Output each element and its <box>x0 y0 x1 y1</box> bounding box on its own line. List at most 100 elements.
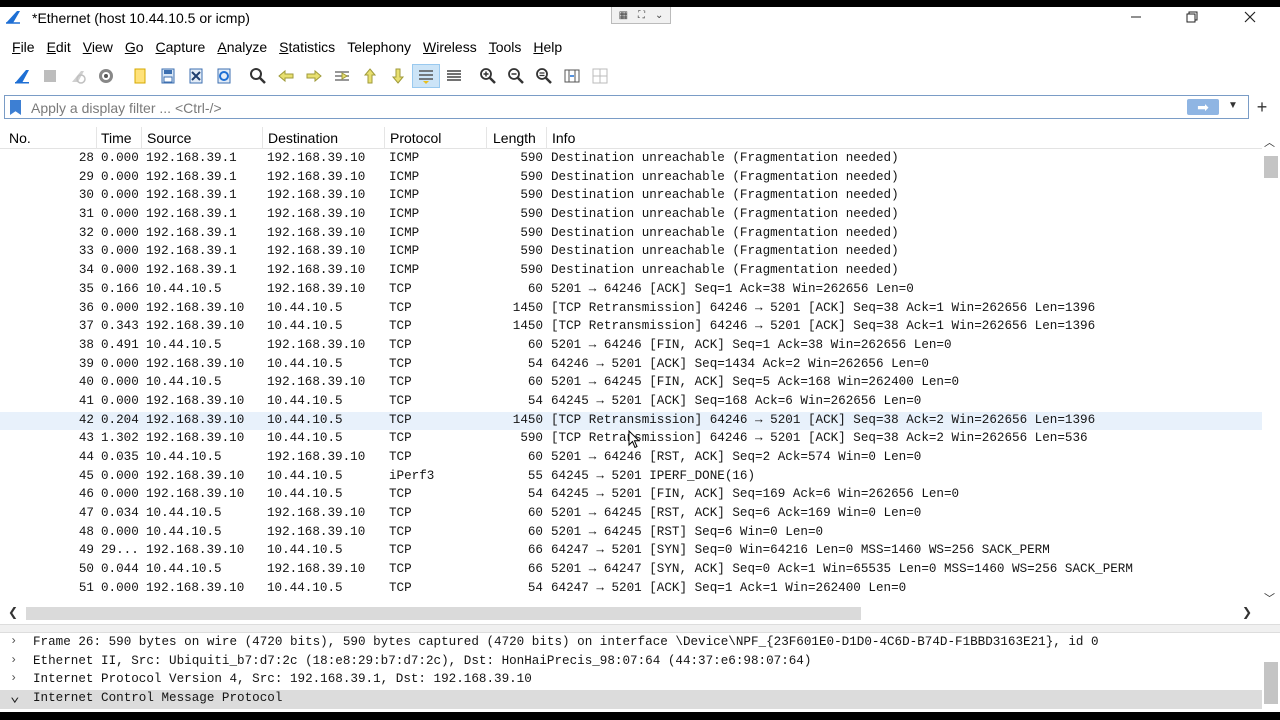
horizontal-scroll-thumb[interactable] <box>26 607 861 620</box>
last-packet-button[interactable] <box>384 64 412 88</box>
resize-columns-button[interactable] <box>558 64 586 88</box>
close-button[interactable] <box>1227 7 1273 27</box>
normal-size-button[interactable] <box>530 64 558 88</box>
start-capture-button[interactable] <box>8 64 36 88</box>
find-packet-button[interactable] <box>244 64 272 88</box>
table-row[interactable]: 47 0.034 10.44.10.5 192.168.39.10 TCP 60 5201 … <box>0 505 1262 524</box>
chevron-right-icon[interactable]: › <box>10 671 22 685</box>
scroll-right-icon[interactable]: ❯ <box>1242 605 1252 619</box>
details-scroll-thumb[interactable] <box>1264 662 1278 704</box>
table-row[interactable]: 44 0.035 10.44.10.5 192.168.39.10 TCP 60 5201 … <box>0 449 1262 468</box>
zoom-in-button[interactable] <box>474 64 502 88</box>
detail-tree-item[interactable]: › Ethernet II, Src: Ubiquiti_b7:d7:2c (18… <box>0 653 1262 672</box>
menu-item[interactable]: Go <box>119 39 150 55</box>
scroll-left-icon[interactable]: ❮ <box>8 605 18 619</box>
zoom-out-button[interactable] <box>502 64 530 88</box>
close-file-button[interactable] <box>182 64 210 88</box>
table-row[interactable]: 45 0.000 192.168.39.10 10.44.10.5 iPerf3 55 64… <box>0 468 1262 487</box>
table-row[interactable]: 35 0.166 10.44.10.5 192.168.39.10 TCP 60 5201 … <box>0 281 1262 300</box>
detail-tree-item[interactable]: › Frame 26: 590 bytes on wire (4720 bits)… <box>0 634 1262 653</box>
column-header-protocol[interactable]: Protocol <box>390 130 441 146</box>
column-header-info[interactable]: Info <box>552 130 575 146</box>
menu-item[interactable]: File <box>6 39 41 55</box>
chevron-down-icon[interactable]: ⌄ <box>10 686 22 706</box>
scroll-up-icon[interactable]: ︿ <box>1264 134 1275 150</box>
packet-protocol: TCP <box>389 319 412 334</box>
go-forward-button[interactable] <box>300 64 328 88</box>
open-file-button[interactable] <box>126 64 154 88</box>
column-header-time[interactable]: Time <box>101 130 132 146</box>
table-row[interactable]: 39 0.000 192.168.39.10 10.44.10.5 TCP 54 64246… <box>0 356 1262 375</box>
add-filter-button[interactable]: + <box>1250 96 1274 118</box>
table-row[interactable]: 29 0.000 192.168.39.1 192.168.39.10 ICMP 590 D… <box>0 169 1262 188</box>
table-row[interactable]: 32 0.000 192.168.39.1 192.168.39.10 ICMP 590 D… <box>0 225 1262 244</box>
table-row[interactable]: 51 0.000 192.168.39.10 10.44.10.5 TCP 54 64247… <box>0 580 1262 599</box>
restore-button[interactable] <box>1169 7 1215 27</box>
details-vertical-scrollbar[interactable] <box>1262 634 1278 712</box>
table-row[interactable]: 31 0.000 192.168.39.1 192.168.39.10 ICMP 590 D… <box>0 206 1262 225</box>
packet-no: 29 <box>78 169 94 184</box>
menu-item[interactable]: Tools <box>483 39 528 55</box>
pane-splitter[interactable] <box>0 624 1280 633</box>
menu-item[interactable]: View <box>77 39 119 55</box>
menu-item[interactable]: Telephony <box>341 39 417 55</box>
packet-length: 66 <box>527 562 543 577</box>
menu-item[interactable]: Statistics <box>273 39 341 55</box>
apply-filter-button[interactable]: ➡ <box>1187 99 1219 115</box>
reload-file-button[interactable] <box>210 64 238 88</box>
scroll-down-icon[interactable]: ﹀ <box>1264 590 1275 606</box>
packet-source: 192.168.39.10 <box>146 300 245 315</box>
table-row[interactable]: 30 0.000 192.168.39.1 192.168.39.10 ICMP 590 D… <box>0 187 1262 206</box>
go-to-packet-button[interactable] <box>328 64 356 88</box>
filter-history-dropdown[interactable]: ▼ <box>1228 100 1238 111</box>
detail-tree-item[interactable]: ⌄ Internet Control Message Protocol <box>0 688 1262 709</box>
packet-source: 10.44.10.5 <box>146 375 222 390</box>
menu-item[interactable]: Wireless <box>417 39 483 55</box>
capture-options-button[interactable] <box>92 64 120 88</box>
packet-list-horizontal-scrollbar[interactable]: ❮ ❯ <box>0 605 1262 622</box>
bookmark-icon[interactable] <box>10 100 21 115</box>
table-row[interactable]: 42 0.204 192.168.39.10 10.44.10.5 TCP 1450 [TC… <box>0 411 1262 431</box>
packet-info: 64245 → 5201 [FIN, ACK] Seq=169 Ack=6 Wi… <box>551 487 960 502</box>
colorize-button[interactable] <box>440 64 468 88</box>
auto-scroll-button[interactable] <box>412 64 440 88</box>
table-row[interactable]: 33 0.000 192.168.39.1 192.168.39.10 ICMP 590 D… <box>0 243 1262 262</box>
first-packet-button[interactable] <box>356 64 384 88</box>
table-row[interactable]: 50 0.044 10.44.10.5 192.168.39.10 TCP 66 5201 … <box>0 561 1262 580</box>
scroll-thumb[interactable] <box>1264 156 1278 178</box>
packet-list-vertical-scrollbar[interactable]: ︿ ﹀ <box>1262 134 1278 607</box>
column-header-source[interactable]: Source <box>147 130 191 146</box>
table-row[interactable]: 28 0.000 192.168.39.1 192.168.39.10 ICMP 590 D… <box>0 150 1262 169</box>
packet-no: 51 <box>78 580 94 595</box>
table-row[interactable]: 46 0.000 192.168.39.10 10.44.10.5 TCP 54 64245… <box>0 486 1262 505</box>
snap-layout-handle[interactable]: ▦ ⛶ ⌄ <box>611 7 671 24</box>
goto-icon <box>335 71 349 81</box>
column-header-destination[interactable]: Destination <box>268 130 338 146</box>
table-row[interactable]: 37 0.343 192.168.39.10 10.44.10.5 TCP 1450 [TC… <box>0 318 1262 337</box>
expand-subtrees-button[interactable] <box>586 64 614 88</box>
chevron-right-icon[interactable]: › <box>10 634 22 648</box>
display-filter-input[interactable] <box>31 99 1171 116</box>
table-row[interactable]: 36 0.000 192.168.39.10 10.44.10.5 TCP 1450 [TC… <box>0 300 1262 319</box>
minimize-button[interactable] <box>1113 7 1159 27</box>
menu-item[interactable]: Edit <box>41 39 77 55</box>
menu-item[interactable]: Capture <box>150 39 212 55</box>
table-row[interactable]: 49 29... 192.168.39.10 10.44.10.5 TCP 66 64247… <box>0 542 1262 561</box>
table-row[interactable]: 38 0.491 10.44.10.5 192.168.39.10 TCP 60 5201 … <box>0 337 1262 356</box>
detail-tree-item[interactable]: › Internet Protocol Version 4, Src: 192.1… <box>0 671 1262 690</box>
column-header-no[interactable]: No. <box>9 130 31 146</box>
menu-item[interactable]: Help <box>527 39 568 55</box>
chevron-right-icon[interactable]: › <box>10 653 22 667</box>
packet-protocol: TCP <box>389 393 412 408</box>
save-file-button[interactable] <box>154 64 182 88</box>
stop-capture-button[interactable] <box>36 64 64 88</box>
go-back-button[interactable] <box>272 64 300 88</box>
menu-item[interactable]: Analyze <box>211 39 273 55</box>
restart-capture-button[interactable] <box>64 64 92 88</box>
table-row[interactable]: 34 0.000 192.168.39.1 192.168.39.10 ICMP 590 D… <box>0 262 1262 281</box>
table-row[interactable]: 41 0.000 192.168.39.10 10.44.10.5 TCP 54 64245… <box>0 393 1262 412</box>
table-row[interactable]: 40 0.000 10.44.10.5 192.168.39.10 TCP 60 5201 … <box>0 374 1262 393</box>
table-row[interactable]: 48 0.000 10.44.10.5 192.168.39.10 TCP 60 5201 … <box>0 524 1262 543</box>
column-header-length[interactable]: Length <box>493 130 536 146</box>
chevron-down-icon: ▼ <box>1228 100 1238 111</box>
